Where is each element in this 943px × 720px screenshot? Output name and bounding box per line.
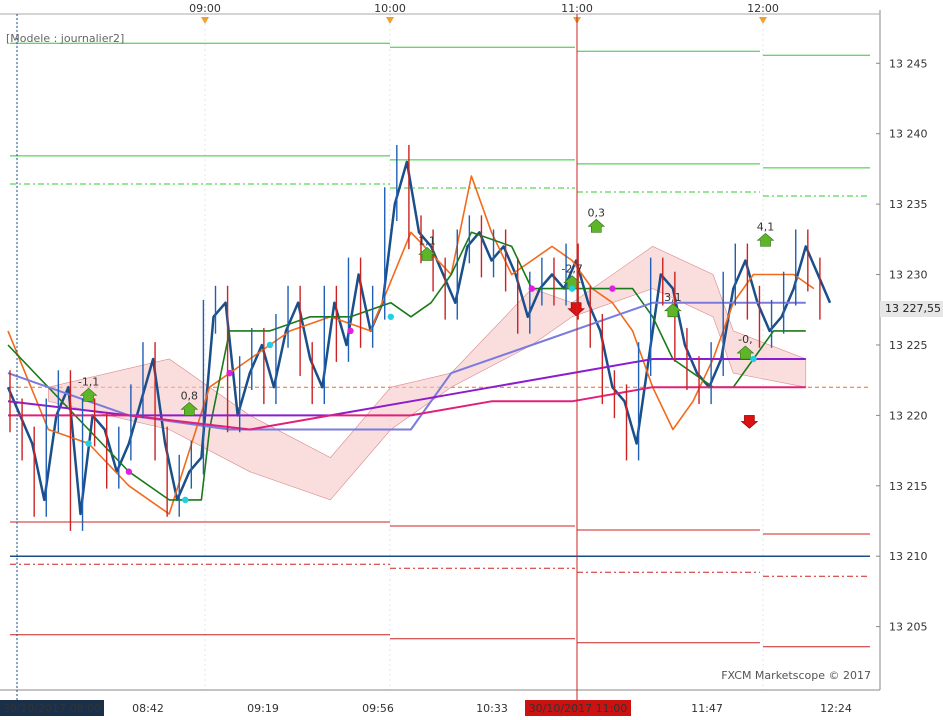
top-axis-label: 12:00 [747, 2, 779, 15]
bottom-axis-label: 09:56 [362, 702, 394, 715]
top-axis-label: 10:00 [374, 2, 406, 15]
signal-dot [347, 327, 354, 335]
signal-dot [266, 341, 274, 349]
last-price-tag: 13 227,55 [880, 301, 943, 318]
signal-label: 0,8 [181, 389, 199, 402]
signal-dot [568, 285, 576, 292]
watermark: FXCM Marketscope © 2017 [721, 669, 871, 682]
signal-dot [226, 369, 233, 377]
bottom-axis-label: 11:47 [691, 702, 723, 715]
y-tick-label: 13 210 [889, 550, 928, 563]
signal-label: 0,3 [588, 206, 606, 219]
signal-dot [750, 355, 757, 363]
signal-label: -1,1 [78, 375, 99, 388]
y-tick-label: 13 225 [889, 339, 928, 352]
price-chart[interactable]: -1,1 0,8 1,1 0,3 -2,7 3,1 4,1 -0, 13 205 13 210 1… [0, 0, 943, 720]
signal-dot [609, 285, 616, 292]
top-axis-label: 11:00 [561, 2, 593, 15]
signal-label: -2,7 [561, 263, 582, 276]
y-tick-label: 13 230 [889, 269, 928, 282]
bottom-axis-label: 10:33 [476, 702, 508, 715]
bottom-axis-label: 08:42 [132, 702, 164, 715]
top-axis-label: 09:00 [189, 2, 221, 15]
cursor-marker-label: 30/10/2017 11:00 [529, 702, 628, 715]
signal-dot [528, 285, 536, 292]
signal-label: 3,1 [664, 291, 682, 304]
y-tick-label: 13 220 [889, 409, 928, 422]
signal-dot [387, 313, 394, 320]
y-tick-label: 13 240 [889, 128, 928, 141]
bottom-axis-label: 09:19 [247, 702, 279, 715]
signal-dot [125, 468, 133, 475]
y-tick-label: 13 245 [889, 57, 928, 70]
signal-label: -0, [738, 333, 752, 346]
signal-dot [182, 496, 189, 504]
signal-label: 4,1 [757, 220, 775, 233]
start-marker-label: 30/10/2017 08:00 [3, 702, 102, 715]
y-tick-label: 13 215 [889, 480, 928, 493]
signal-label: 1,1 [418, 234, 436, 247]
y-axis-panel [880, 0, 943, 720]
signal-dot [85, 440, 92, 447]
y-tick-label: 13 235 [889, 198, 928, 211]
model-label: [Modele : journalier2] [6, 32, 125, 45]
bottom-axis-label: 12:24 [820, 702, 852, 715]
y-tick-label: 13 205 [889, 621, 928, 634]
